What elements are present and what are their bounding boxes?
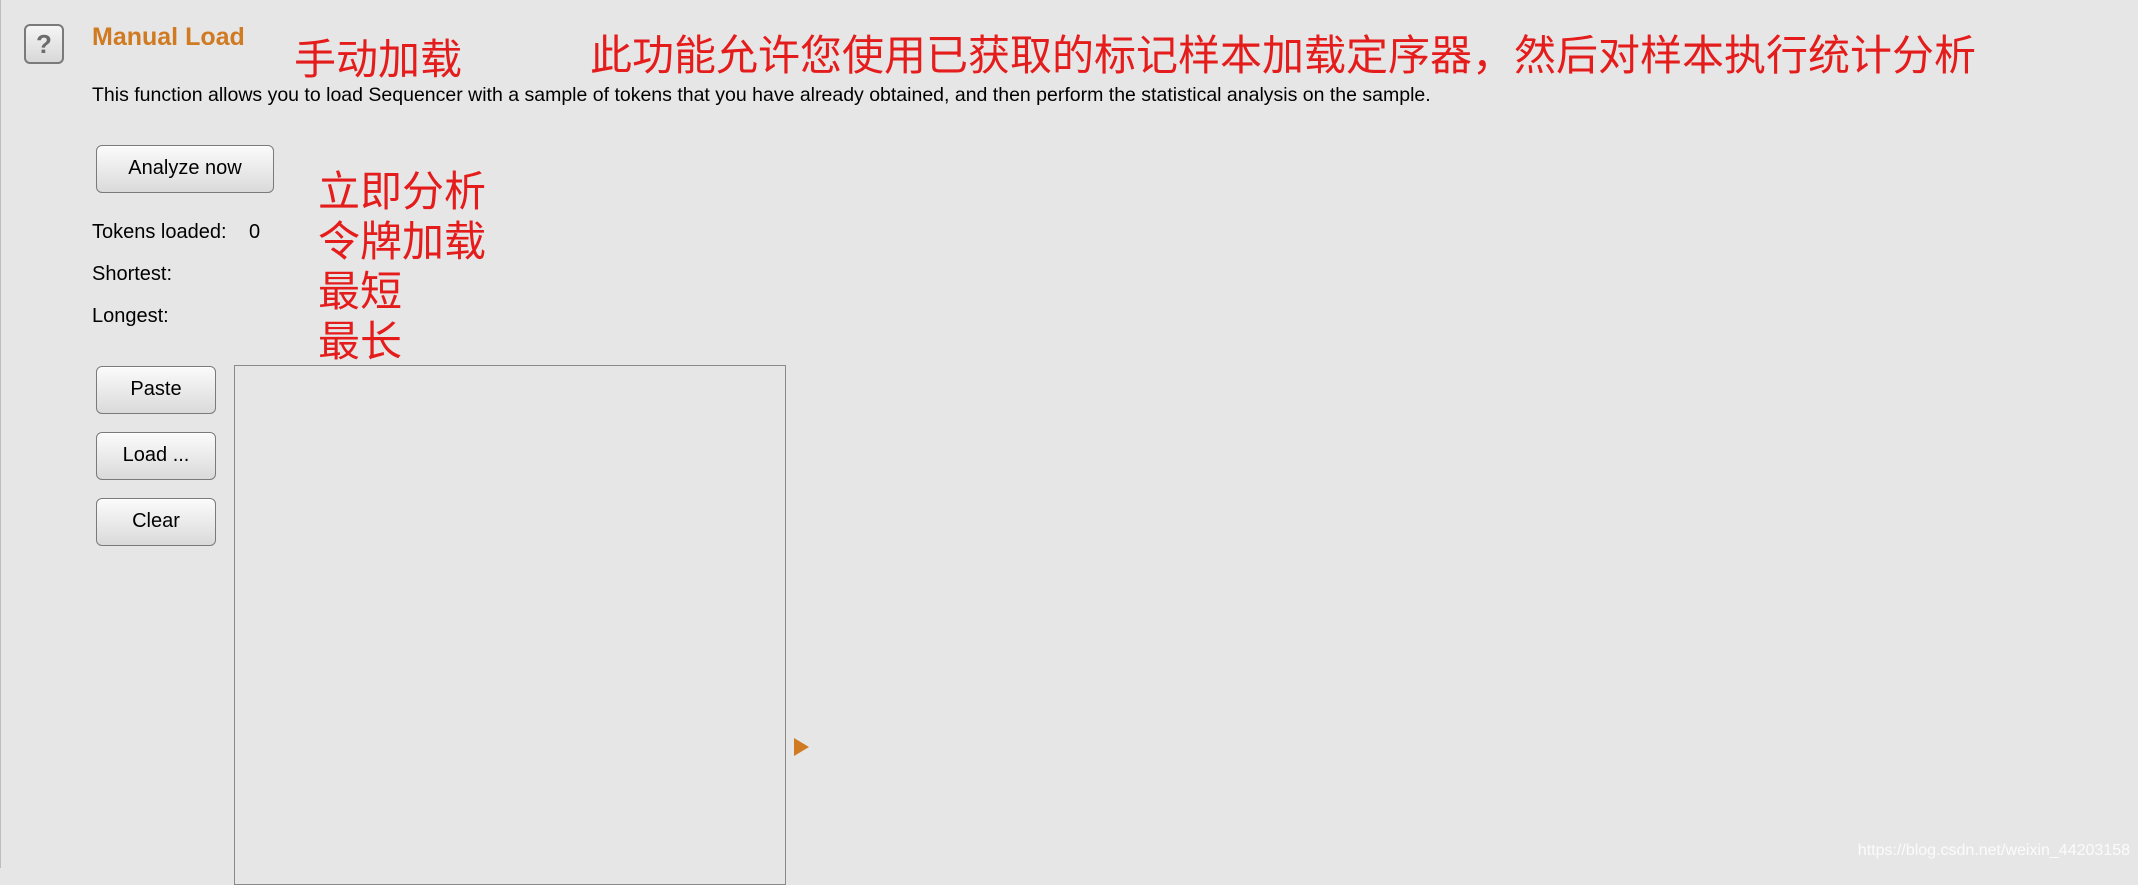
tokens-loaded-value: 0 [249, 221, 261, 243]
longest-label: Longest: [92, 305, 169, 327]
page-title: Manual Load [92, 23, 245, 51]
paste-button[interactable]: Paste [96, 366, 216, 414]
help-icon[interactable]: ? [24, 24, 64, 64]
tokens-loaded-label: Tokens loaded: [92, 221, 227, 243]
annotation-description-cn: 此功能允许您使用已获取的标记样本加载定序器，然后对样本执行统计分析 [590, 31, 1977, 80]
load-button[interactable]: Load ... [96, 432, 216, 480]
shortest-label: Shortest: [92, 263, 173, 285]
page-description: This function allows you to load Sequenc… [92, 84, 1431, 106]
token-list-area[interactable] [234, 365, 786, 885]
clear-button[interactable]: Clear [96, 498, 216, 546]
window-border [0, 0, 1, 868]
watermark: https://blog.csdn.net/weixin_44203158 [1857, 842, 2130, 859]
annotation-title-cn: 手动加载 [294, 35, 463, 84]
expand-arrow-icon[interactable] [794, 738, 809, 756]
analyze-now-button[interactable]: Analyze now [96, 145, 274, 193]
annotation-longest-cn: 最长 [318, 317, 403, 366]
